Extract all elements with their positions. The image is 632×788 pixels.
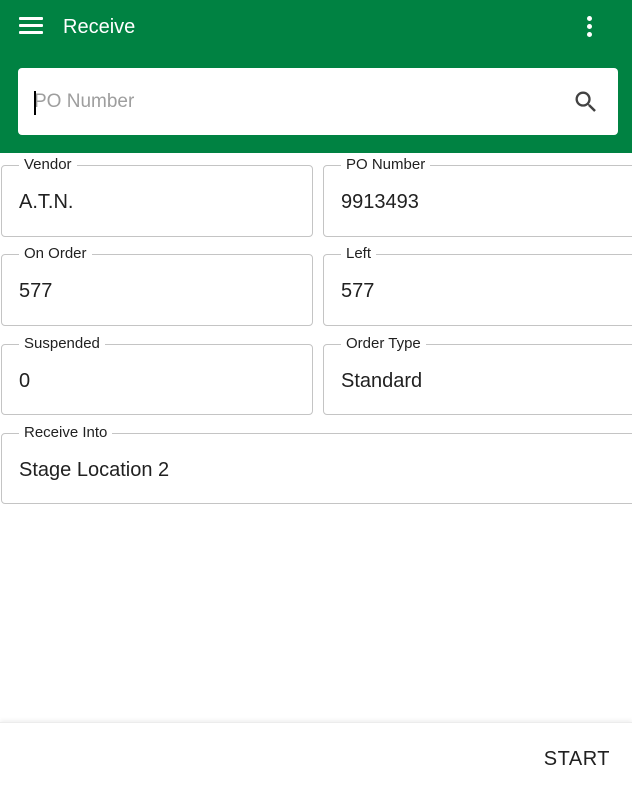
receive-into-field[interactable]: Receive Into Stage Location 2 [1,424,632,504]
on-order-label: On Order [19,245,92,263]
page-title: Receive [63,16,136,38]
on-order-field: On Order 577 [1,245,313,326]
po-number-label: PO Number [341,156,431,174]
vendor-label: Vendor [19,156,77,174]
left-label: Left [341,245,377,263]
search-box [18,68,618,135]
left-value: 577 [341,280,375,302]
bottom-action-bar: START [0,722,632,788]
po-number-search-input[interactable] [34,86,554,118]
text-cursor [34,91,36,115]
suspended-field: Suspended 0 [1,335,313,415]
search-icon[interactable] [572,88,600,116]
po-number-field: PO Number 9913493 [323,156,632,237]
on-order-value: 577 [19,280,53,302]
order-type-field: Order Type Standard [323,335,632,415]
receive-into-label: Receive Into [19,424,113,442]
suspended-label: Suspended [19,335,105,353]
more-vert-icon[interactable] [579,14,599,40]
vendor-value: A.T.N. [19,191,74,213]
po-number-value: 9913493 [341,191,419,213]
order-type-label: Order Type [341,335,426,353]
order-type-value: Standard [341,370,423,392]
suspended-value: 0 [19,370,31,392]
receive-into-value: Stage Location 2 [19,459,170,481]
left-field: Left 577 [323,245,632,326]
vendor-field: Vendor A.T.N. [1,156,313,237]
app-bar: Receive [0,0,632,153]
menu-icon[interactable] [19,17,43,37]
start-button[interactable]: START [544,747,610,771]
